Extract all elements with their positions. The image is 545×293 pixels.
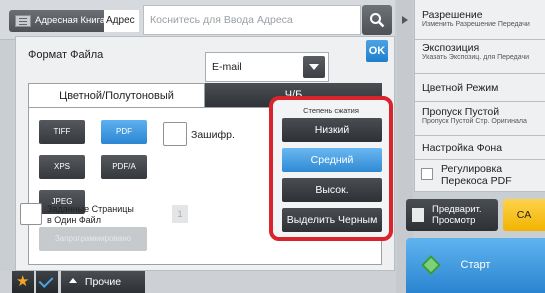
start-label: Старт: [460, 259, 491, 271]
menu-pdf-skew-line2: Перекоса PDF: [441, 175, 512, 187]
chevron-down-icon[interactable]: [303, 56, 325, 78]
search-icon: [370, 13, 385, 28]
address-book-icon: [15, 15, 31, 27]
encrypt-checkbox[interactable]: [163, 122, 187, 146]
address-book-label: Адресная Книга: [35, 15, 106, 26]
encrypt-label: Зашифр.: [191, 129, 235, 141]
preview-icon: [412, 208, 424, 222]
bottom-bar: Прочие: [0, 271, 395, 293]
menu-background-adjust[interactable]: Настройка Фона: [414, 136, 545, 160]
compression-group: Степень сжатия Низкий Средний Высок. Выд…: [269, 96, 393, 241]
menu-exposure-title: Экспозиция: [422, 42, 480, 54]
menu-blank-skip[interactable]: Пропуск Пустой Пропуск Пустой Стр. Ориги…: [414, 102, 545, 136]
compression-high-button[interactable]: Высок.: [282, 178, 382, 202]
pages-per-file-label-line1: Заданные Страницы: [47, 204, 134, 214]
pages-per-file-input[interactable]: 1: [172, 205, 188, 223]
favorite-star-icon[interactable]: [12, 271, 34, 293]
pages-per-file-label-line2: в Один Файл: [47, 215, 101, 225]
checkmark-icon[interactable]: [36, 271, 58, 293]
pages-per-file-label: Заданные Страницы в Один Файл: [47, 204, 134, 226]
file-format-panel: Формат Файла E-mail OK Цветной/Полутонов…: [15, 36, 395, 271]
menu-pdf-skew[interactable]: Регулировка Перекоса PDF: [414, 160, 545, 192]
preview-label-line2: Просмотр: [432, 215, 476, 226]
menu-exposure-sub: Указать Экспозиц. для Передачи: [422, 54, 530, 61]
pdf-skew-checkbox[interactable]: [421, 168, 433, 180]
file-format-select[interactable]: E-mail: [205, 52, 329, 82]
search-button[interactable]: [362, 5, 392, 35]
menu-exposure[interactable]: Экспозиция Указать Экспозиц. для Передач…: [414, 40, 545, 74]
file-type-pdfa-button[interactable]: PDF/A: [101, 155, 147, 179]
menu-resolution-title: Разрешение: [422, 9, 483, 21]
file-type-xps-button[interactable]: XPS: [39, 155, 85, 179]
menu-blank-skip-sub: Пропуск Пустой Стр. Оригинала: [422, 118, 527, 125]
tab-color-grayscale[interactable]: Цветной/Полутоновый: [28, 83, 205, 107]
menu-resolution[interactable]: Разрешение Изменить Разрешение Передачи: [414, 0, 545, 40]
pages-per-file-checkbox[interactable]: [20, 203, 42, 225]
start-icon: [421, 255, 441, 275]
file-type-pdf-button[interactable]: PDF: [101, 120, 147, 144]
address-label: Адрес: [104, 10, 139, 32]
menu-blank-skip-title: Пропуск Пустой: [422, 106, 500, 118]
menu-resolution-sub: Изменить Разрешение Передачи: [422, 21, 530, 28]
file-format-value: E-mail: [212, 61, 242, 73]
other-button[interactable]: Прочие: [61, 271, 145, 293]
menu-background-adjust-title: Настройка Фона: [422, 142, 503, 154]
address-input[interactable]: Коснитесь для Ввода Адреса: [143, 5, 361, 35]
ok-button[interactable]: OK: [366, 40, 388, 62]
address-bar: Адресная Книга Адрес Коснитесь для Ввода…: [0, 0, 395, 40]
programmed-button[interactable]: Запрограммировано: [39, 227, 147, 251]
preview-button[interactable]: Предварит. Просмотр: [406, 199, 498, 231]
start-button[interactable]: Старт: [406, 238, 545, 293]
preview-label-line1: Предварит.: [432, 204, 482, 215]
menu-color-mode[interactable]: Цветной Режим: [414, 74, 545, 102]
compression-title: Степень сжатия: [303, 106, 359, 115]
compression-medium-button[interactable]: Средний: [282, 148, 382, 172]
menu-pdf-skew-line1: Регулировка: [441, 163, 503, 175]
tab-content: TIFF PDF XPS PDF/A JPEG Запрограммирован…: [28, 96, 393, 265]
file-format-label: Формат Файла: [28, 49, 104, 61]
compression-low-button[interactable]: Низкий: [282, 118, 382, 142]
compression-highlight-black-button[interactable]: Выделить Черным: [282, 208, 382, 232]
file-type-tiff-button[interactable]: TIFF: [39, 120, 85, 144]
menu-color-mode-title: Цветной Режим: [422, 82, 499, 94]
clear-all-button[interactable]: CA: [503, 199, 545, 231]
